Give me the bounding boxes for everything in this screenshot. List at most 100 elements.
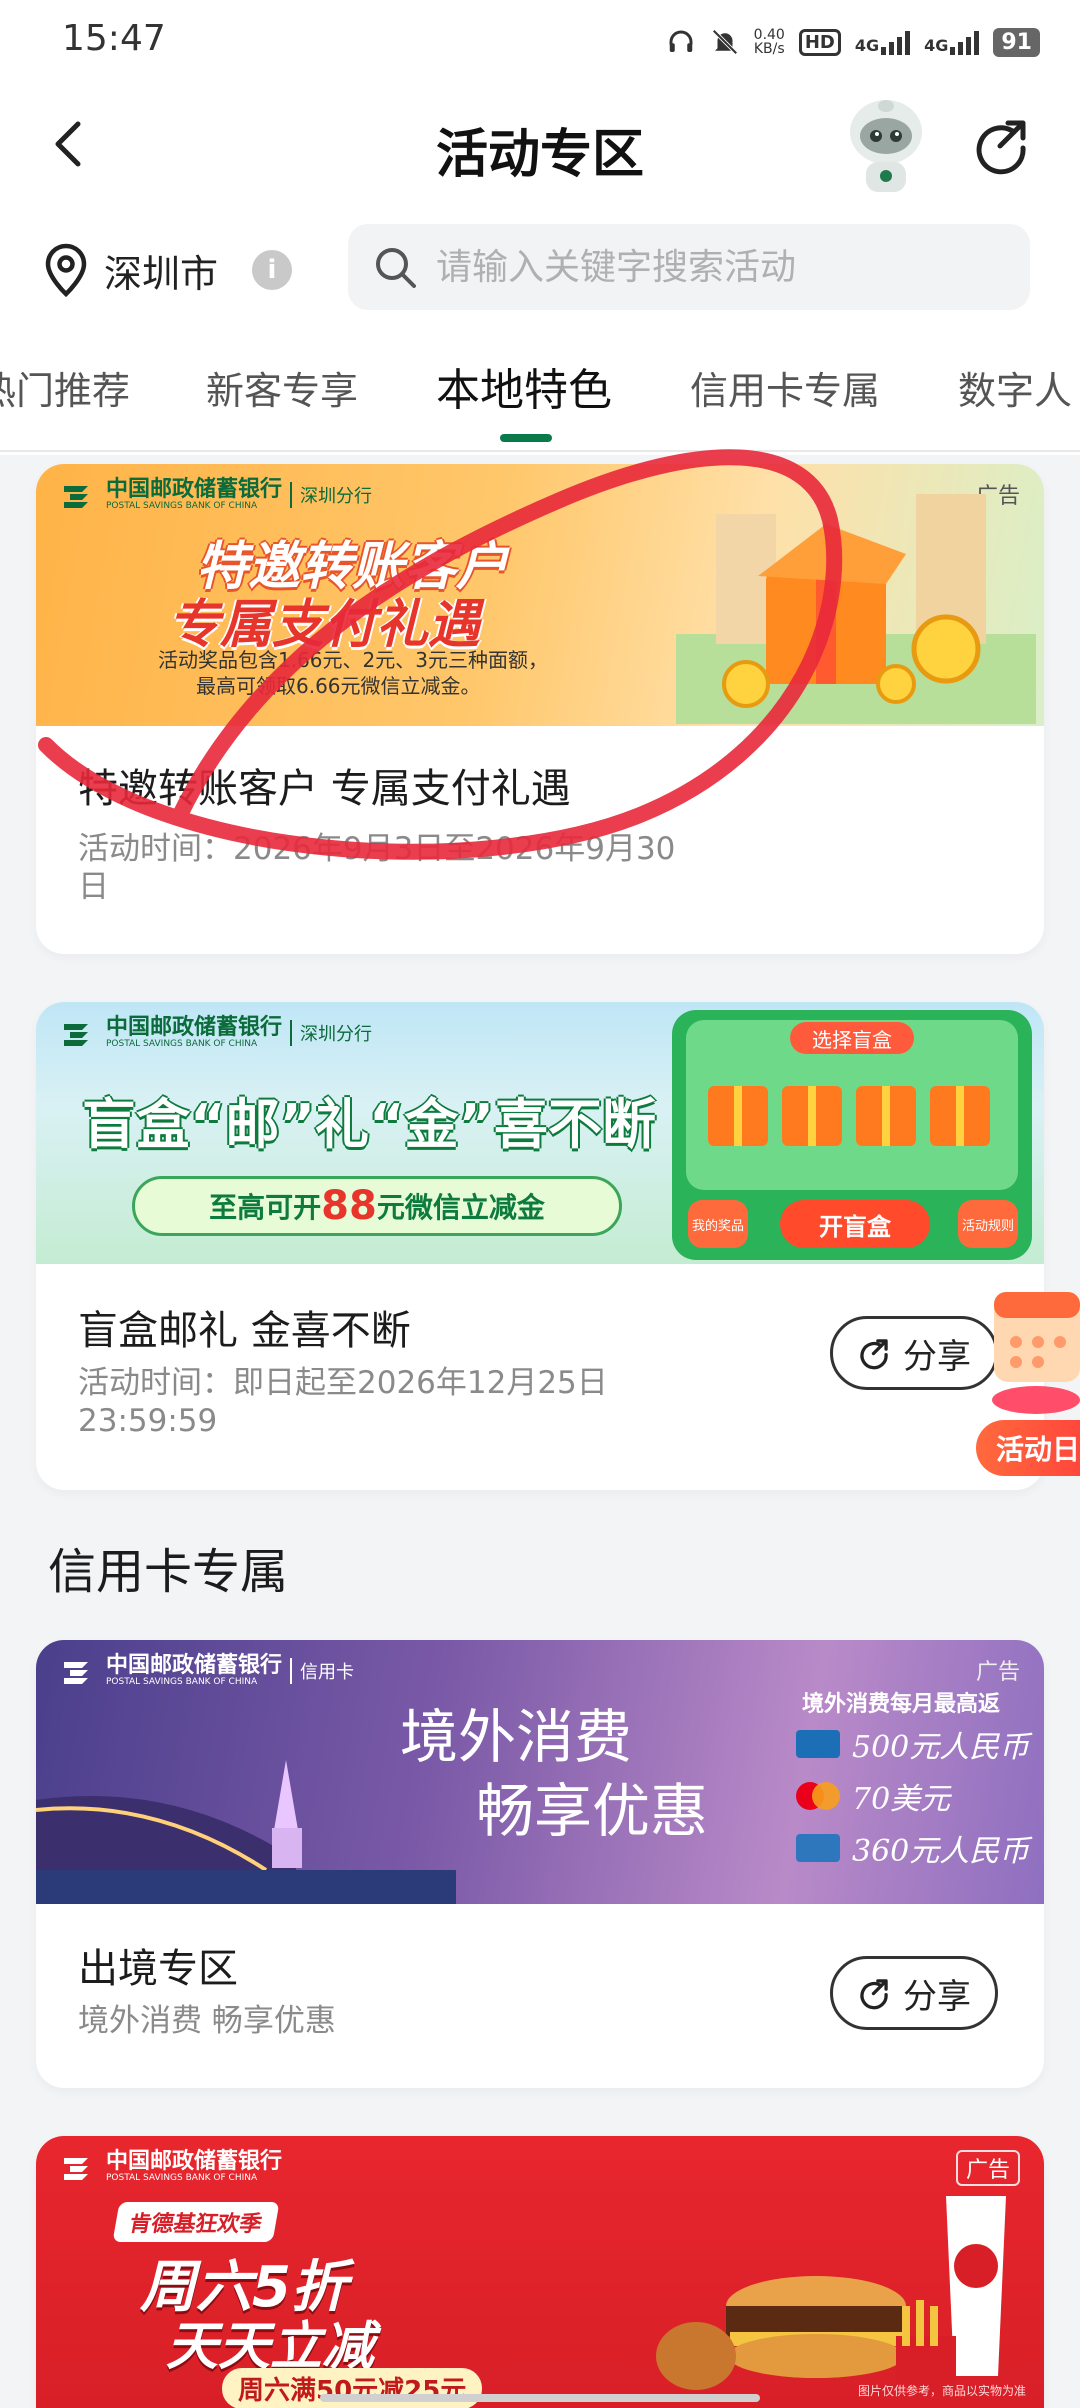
my-prizes-button[interactable]: 我的奖品: [688, 1200, 748, 1248]
rebate-row: 70美元: [796, 1774, 1029, 1818]
calendar-gift-icon: [992, 1292, 1080, 1414]
pick-box-label: 选择盲盒: [790, 1022, 914, 1054]
banner-subline: 至高可开 88 元微信立减金: [132, 1176, 622, 1236]
card-title: 出境专区: [78, 1946, 238, 1992]
bank-logo: 中国邮政储蓄银行 POSTAL SAVINGS BANK OF CHINA 深圳…: [60, 1016, 372, 1050]
tab-hot[interactable]: 热门推荐: [0, 360, 130, 415]
location-search-bar: 深圳市 i: [0, 218, 1080, 314]
bank-name: 中国邮政储蓄银行: [106, 1653, 283, 1678]
signal-1: 4G: [855, 29, 911, 55]
banner-desc-2: 最高可领取6.66元微信立减金。: [196, 674, 481, 698]
banner-desc-1: 活动奖品包含1.66元、2元、3元三种面额，: [158, 648, 548, 672]
signal-bars-icon: [950, 29, 980, 55]
rebate-value-2: 70美元: [852, 1782, 951, 1817]
card-subtitle: 境外消费 畅享优惠: [78, 2003, 336, 2039]
tab-credit-card[interactable]: 信用卡专属: [690, 360, 880, 415]
bank-logo: 中国邮政储蓄银行 POSTAL SAVINGS BANK OF CHINA 信用…: [60, 1654, 354, 1688]
card-activity-time: 活动时间：即日起至2026年12月25日 23:59:59: [78, 1364, 608, 1440]
bank-name-block: 中国邮政储蓄银行 POSTAL SAVINGS BANK OF CHINA: [106, 1653, 283, 1688]
share-icon[interactable]: [970, 114, 1032, 176]
bank-logo: 中国邮政储蓄银行 POSTAL SAVINGS BANK OF CHINA: [60, 2150, 282, 2184]
activity-card[interactable]: 中国邮政储蓄银行 POSTAL SAVINGS BANK OF CHINA 信用…: [36, 1640, 1044, 2088]
unionpay-icon: [796, 1730, 840, 1758]
bank-logo: 中国邮政储蓄银行 POSTAL SAVINGS BANK OF CHINA 深圳…: [60, 478, 372, 512]
mute-bell-icon: [712, 29, 738, 55]
signal-2: 4G: [924, 29, 980, 55]
header-divider: [0, 450, 1080, 452]
top-header-area: 15:47 0.40 KB/s HD 4G 4G 91 活动专区 深圳市 i 请…: [0, 0, 1080, 455]
share-button[interactable]: 分享: [830, 1956, 998, 2030]
bank-name-block: 中国邮政储蓄银行 POSTAL SAVINGS BANK OF CHINA: [106, 1015, 283, 1050]
floating-badge-label: 活动日: [976, 1420, 1080, 1476]
hd-badge: HD: [798, 28, 841, 56]
open-blind-box-button[interactable]: 开盲盒: [780, 1200, 930, 1248]
floating-activity-badge[interactable]: 活动日: [976, 1262, 1080, 1484]
search-box[interactable]: [348, 224, 1030, 310]
net-speed-unit: KB/s: [753, 41, 785, 57]
share-label: 分享: [903, 1976, 971, 2017]
bank-name: 中国邮政储蓄银行: [106, 2149, 283, 2174]
banner-line-1: 境外消费: [400, 1703, 633, 1771]
activity-banner[interactable]: 中国邮政储蓄银行 POSTAL SAVINGS BANK OF CHINA 信用…: [36, 1640, 1044, 1904]
tab-local[interactable]: 本地特色: [436, 354, 612, 418]
app-root: 15:47 0.40 KB/s HD 4G 4G 91 活动专区 深圳市 i 请…: [0, 0, 1080, 2408]
bank-branch: 深圳分行: [290, 482, 372, 508]
bank-logo-icon: [64, 486, 88, 508]
banner-sub-suffix: 元微信立减金: [376, 1191, 545, 1224]
activity-card[interactable]: 中国邮政储蓄银行 POSTAL SAVINGS BANK OF CHINA 深圳…: [36, 1002, 1044, 1490]
bank-branch: 信用卡: [290, 1658, 354, 1684]
gift-boxes-illustration: [708, 1086, 990, 1146]
card-time-line-1: 活动时间：即日起至2026年12月25日: [78, 1365, 608, 1401]
share-label: 分享: [903, 1336, 971, 1377]
assistant-robot-icon[interactable]: [840, 92, 932, 196]
bank-logo-icon: [64, 2158, 88, 2180]
activity-banner[interactable]: 中国邮政储蓄银行 POSTAL SAVINGS BANK OF CHINA 广告…: [36, 2136, 1044, 2408]
banner-note: 图片仅供参考，商品以实物为准: [857, 2384, 1026, 2398]
headphones-icon: [669, 30, 693, 52]
bank-name-en: POSTAL SAVINGS BANK OF CHINA: [106, 2173, 258, 2183]
net-speed-value: 0.40: [753, 27, 785, 43]
banner-sub-prefix: 至高可开: [209, 1191, 322, 1224]
banner-line-2: 畅享优惠: [476, 1777, 709, 1845]
bank-name-block: 中国邮政储蓄银行 POSTAL SAVINGS BANK OF CHINA: [106, 2149, 283, 2184]
home-indicator: [320, 2394, 760, 2402]
banner-kicker: 肯德基狂欢季: [112, 2202, 280, 2242]
rules-button[interactable]: 活动规则: [958, 1200, 1018, 1248]
rebate-list: 500元人民币 70美元 360元人民币: [796, 1722, 1029, 1870]
banner-sub-number: 88: [321, 1183, 377, 1229]
share-button[interactable]: 分享: [830, 1316, 998, 1390]
activity-banner[interactable]: 中国邮政储蓄银行 POSTAL SAVINGS BANK OF CHINA 深圳…: [36, 1002, 1044, 1264]
gift-box-illustration: [676, 494, 1036, 724]
rebate-row: 500元人民币: [796, 1722, 1029, 1766]
search-icon: [376, 248, 416, 288]
banner-subline: 周六满50元减25元: [222, 2368, 483, 2408]
search-input[interactable]: [436, 246, 996, 288]
section-heading-credit-card: 信用卡专属: [48, 1544, 289, 1600]
coastal-city-illustration: [36, 1760, 456, 1904]
net-type-2: 4G: [924, 36, 949, 55]
mastercard-icon: [796, 1782, 840, 1810]
category-tabs: 热门推荐 新客专享 本地特色 信用卡专属 数字人: [0, 340, 1080, 442]
bank-name: 中国邮政储蓄银行: [106, 1015, 283, 1040]
location-pin-icon: [45, 243, 87, 298]
card-title: 盲盒邮礼 金喜不断: [78, 1308, 411, 1354]
share-icon: [860, 1979, 888, 2010]
location-selector[interactable]: 深圳市 i: [42, 242, 293, 298]
active-tab-indicator: [500, 434, 552, 442]
activity-banner[interactable]: 中国邮政储蓄银行 POSTAL SAVINGS BANK OF CHINA 深圳…: [36, 464, 1044, 726]
kfc-food-illustration: [656, 2196, 1006, 2396]
rebate-row: 360元人民币: [796, 1826, 1029, 1870]
bank-name: 中国邮政储蓄银行: [106, 477, 283, 502]
banner-right-title: 境外消费每月最高返: [802, 1692, 1001, 1717]
bank-logo-icon: [64, 1662, 88, 1684]
amex-icon: [796, 1834, 840, 1862]
activity-card[interactable]: 中国邮政储蓄银行 POSTAL SAVINGS BANK OF CHINA 广告…: [36, 2136, 1044, 2408]
tab-new-customer[interactable]: 新客专享: [206, 360, 358, 415]
tab-digital-human[interactable]: 数字人: [958, 360, 1072, 415]
info-icon[interactable]: i: [252, 250, 293, 290]
net-speed: 0.40 KB/s: [754, 28, 785, 56]
activity-card[interactable]: 中国邮政储蓄银行 POSTAL SAVINGS BANK OF CHINA 深圳…: [36, 464, 1044, 954]
rebate-value-3: 360元人民币: [852, 1834, 1030, 1869]
signal-bars-icon: [881, 29, 911, 55]
status-icons: 0.40 KB/s HD 4G 4G 91: [666, 20, 1040, 64]
